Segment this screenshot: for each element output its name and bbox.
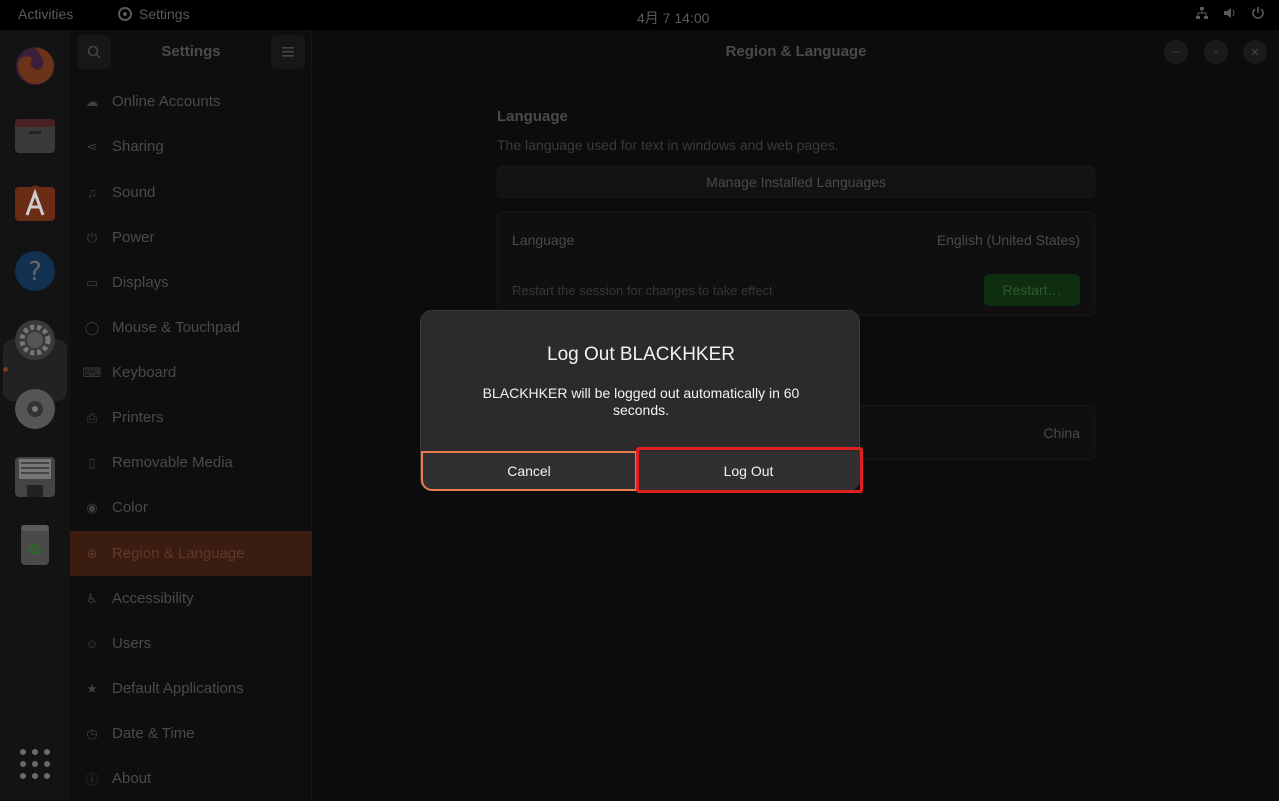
sidebar-item-region-language[interactable]: ⊕ Region & Language	[70, 531, 312, 576]
cancel-button[interactable]: Cancel	[421, 451, 637, 491]
sidebar-item-sound[interactable]: ♫ Sound	[70, 170, 312, 215]
sidebar-item-label: Mouse & Touchpad	[112, 319, 241, 336]
show-apps-icon[interactable]	[10, 739, 60, 789]
sidebar-item-label: Printers	[112, 409, 164, 426]
running-dot	[3, 367, 8, 372]
sidebar-item-printers[interactable]: ⎙ Printers	[70, 395, 312, 440]
restart-note: Restart the session for changes to take …	[512, 283, 773, 298]
firefox-icon[interactable]	[10, 41, 60, 91]
sidebar-item-label: Users	[112, 635, 152, 652]
logout-dialog: Log Out BLACKHKER BLACKHKER will be logg…	[420, 310, 860, 491]
app-name: Settings	[139, 6, 190, 22]
sidebar-item-power[interactable]: ⏻ Power	[70, 215, 312, 260]
system-tray[interactable]	[1195, 6, 1265, 20]
dialog-message: BLACKHKER will be logged out automatical…	[482, 385, 800, 418]
settings-icon[interactable]	[10, 315, 60, 365]
sidebar-item-date-time[interactable]: ◷ Date & Time	[70, 711, 312, 756]
sidebar-item-label: Date & Time	[112, 725, 195, 742]
language-row-value[interactable]: English (United States)	[937, 232, 1080, 248]
sidebar-item-default-applications[interactable]: ★ Default Applications	[70, 666, 312, 711]
menu-button[interactable]	[271, 35, 305, 69]
page-title: Region & Language	[725, 43, 867, 60]
clock[interactable]: 4月 7 14:00	[637, 8, 709, 28]
sidebar-item-label: Keyboard	[112, 364, 177, 381]
sidebar-item-label: Displays	[112, 274, 169, 291]
app-center-icon[interactable]	[10, 178, 60, 228]
star-icon: ★	[86, 680, 98, 696]
settings-sidebar: Settings ☁ Online Accounts ⋖ Sharing ♫ Soun…	[70, 30, 312, 800]
formats-row-value[interactable]: China	[1043, 425, 1080, 441]
dock: ? ♻	[0, 30, 70, 800]
maximize-icon: ▫	[1214, 46, 1218, 58]
printer-icon: ⎙	[86, 409, 98, 425]
floppy-icon[interactable]	[10, 452, 60, 502]
accessibility-icon: ♿	[86, 590, 98, 606]
volume-icon[interactable]	[1223, 6, 1237, 20]
sidebar-item-label: Power	[112, 229, 155, 246]
info-icon: ⓘ	[85, 772, 99, 787]
share-icon: ⋖	[86, 138, 98, 154]
clock-icon: ◷	[86, 725, 98, 741]
sidebar-item-label: About	[112, 770, 152, 787]
sidebar-item-label: Region & Language	[112, 545, 245, 562]
close-button[interactable]: ✕	[1243, 40, 1267, 64]
power-icon[interactable]	[1251, 6, 1265, 20]
sidebar-item-accessibility[interactable]: ♿ Accessibility	[70, 576, 312, 621]
sidebar-item-mouse-touchpad[interactable]: ◯ Mouse & Touchpad	[70, 305, 312, 350]
help-icon[interactable]: ?	[10, 246, 60, 296]
network-icon[interactable]	[1195, 6, 1209, 20]
cloud-icon: ☁	[85, 93, 99, 109]
sidebar-item-label: Removable Media	[112, 454, 233, 471]
sidebar-item-label: Accessibility	[112, 590, 194, 607]
sidebar-item-online-accounts[interactable]: ☁ Online Accounts	[70, 79, 312, 124]
sidebar-item-users[interactable]: ☺ Users	[70, 621, 312, 666]
display-icon: ▭	[85, 274, 99, 290]
sidebar-item-label: Sound	[112, 184, 156, 201]
language-section-title: Language	[497, 108, 568, 125]
minimize-button[interactable]: –	[1164, 40, 1188, 64]
activities-button[interactable]: Activities	[18, 6, 73, 22]
files-icon[interactable]	[10, 110, 60, 160]
minimize-icon: –	[1172, 46, 1180, 58]
disc-icon[interactable]	[10, 384, 60, 434]
language-section-description: The language used for text in windows an…	[497, 137, 839, 153]
users-icon: ☺	[85, 636, 99, 651]
log-out-button[interactable]: Log Out	[637, 451, 860, 491]
dialog-title: Log Out BLACKHKER	[547, 344, 735, 365]
language-row-label[interactable]: Language	[512, 232, 574, 248]
sidebar-item-label: Online Accounts	[112, 93, 221, 110]
sidebar-item-sharing[interactable]: ⋖ Sharing	[70, 124, 312, 169]
music-note-icon: ♫	[87, 185, 97, 200]
settings-gear-icon	[118, 7, 132, 21]
sidebar-header: Settings	[70, 30, 312, 74]
sidebar-item-displays[interactable]: ▭ Displays	[70, 260, 312, 305]
sidebar-item-label: Color	[112, 499, 148, 516]
sidebar-item-keyboard[interactable]: ⌨ Keyboard	[70, 350, 312, 395]
globe-icon: ⊕	[86, 545, 98, 561]
svg-text:♻: ♻	[28, 540, 42, 559]
sidebar-item-label: Default Applications	[112, 680, 244, 697]
sidebar-item-label: Sharing	[112, 138, 164, 155]
trash-icon[interactable]: ♻	[10, 520, 60, 570]
manage-installed-languages-button[interactable]: Manage Installed Languages	[497, 166, 1095, 198]
main-header: Region & Language – ▫ ✕	[313, 30, 1279, 74]
maximize-button[interactable]: ▫	[1204, 40, 1228, 64]
close-icon: ✕	[1250, 46, 1260, 59]
svg-text:?: ?	[28, 257, 42, 287]
color-icon: ◉	[86, 499, 98, 515]
power-icon: ⏻	[86, 229, 98, 245]
sidebar-item-removable-media[interactable]: ▯ Removable Media	[70, 440, 312, 485]
sidebar-item-about[interactable]: ⓘ About	[70, 756, 312, 801]
language-box: Language English (United States) Restart…	[497, 211, 1095, 316]
top-bar: Activities Settings 4月 7 14:00	[0, 0, 1279, 30]
restart-button[interactable]: Restart…	[984, 274, 1080, 306]
usb-icon: ▯	[88, 454, 96, 470]
sidebar-item-color[interactable]: ◉ Color	[70, 485, 312, 530]
mouse-icon: ◯	[84, 319, 100, 335]
app-menu[interactable]: Settings	[117, 6, 190, 22]
keyboard-icon: ⌨	[82, 364, 102, 380]
hamburger-icon	[282, 47, 294, 57]
